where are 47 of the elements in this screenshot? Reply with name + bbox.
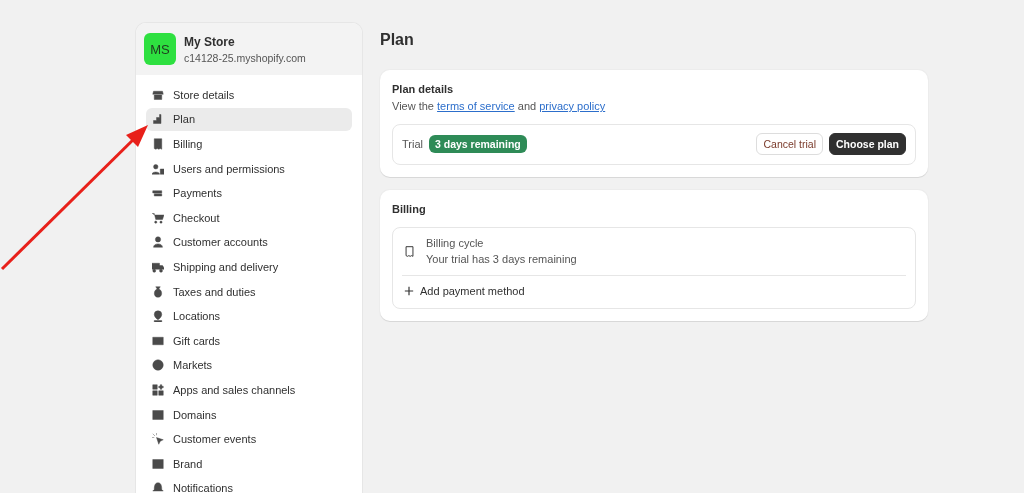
location-pin-icon <box>152 310 164 323</box>
person-icon <box>152 236 164 249</box>
sidebar-item[interactable]: Customer accounts <box>146 230 352 255</box>
cursor-icon <box>152 433 164 446</box>
sidebar-item[interactable]: Notifications <box>146 476 352 493</box>
apps-icon <box>152 383 164 396</box>
money-bag-icon <box>152 285 164 298</box>
store-name: My Store <box>184 34 236 49</box>
sidebar-item[interactable]: Customer events <box>146 427 352 451</box>
store-avatar: MS <box>144 33 176 65</box>
sidebar-item[interactable]: Domains <box>146 402 352 427</box>
truck-icon <box>152 260 164 273</box>
receipt-icon <box>152 138 164 150</box>
sidebar-item[interactable]: Checkout <box>146 205 352 230</box>
plus-icon <box>404 286 414 296</box>
card-title: Plan details <box>392 83 455 95</box>
billing-cycle-text: Your trial has 3 days remaining <box>426 253 577 265</box>
users-icon <box>152 162 164 175</box>
stairs-icon <box>152 113 164 126</box>
sidebar-item[interactable]: Brand <box>146 451 352 476</box>
cancel-trial-button[interactable]: Cancel trial <box>756 133 823 155</box>
trial-label: Trial <box>402 138 423 150</box>
card-title: Billing <box>392 203 427 215</box>
sidebar-item[interactable]: Store details <box>146 83 352 107</box>
page-title: Plan <box>380 31 415 49</box>
sidebar-item[interactable]: Shipping and delivery <box>146 255 352 279</box>
terms-text: View the terms of service and privacy policy <box>392 100 607 112</box>
terms-link[interactable]: terms of service <box>437 100 515 112</box>
sidebar-item[interactable]: Locations <box>146 304 352 328</box>
sidebar-item[interactable]: Users and permissions <box>146 156 352 181</box>
sidebar-item[interactable]: Billing <box>146 132 352 156</box>
status-badge: 3 days remaining <box>429 135 527 153</box>
sidebar-item[interactable]: Gift cards <box>146 328 352 353</box>
sidebar-item[interactable]: Markets <box>146 353 352 378</box>
store-domain: c14128-25.myshopify.com <box>184 51 306 64</box>
add-payment-method-button[interactable]: Add payment method <box>402 276 906 308</box>
bell-icon <box>152 482 164 493</box>
choose-plan-button[interactable]: Choose plan <box>829 133 906 155</box>
receipt-icon <box>404 244 415 258</box>
sidebar-item[interactable]: Apps and sales channels <box>146 378 352 402</box>
sidebar-item[interactable]: Payments <box>146 181 352 205</box>
sidebar-item[interactable]: Plan <box>146 107 352 132</box>
sidebar-item[interactable]: Taxes and duties <box>146 279 352 304</box>
privacy-link[interactable]: privacy policy <box>539 100 606 112</box>
cart-icon <box>152 211 164 224</box>
billing-cycle-title: Billing cycle <box>426 237 485 249</box>
store-icon <box>152 88 164 101</box>
